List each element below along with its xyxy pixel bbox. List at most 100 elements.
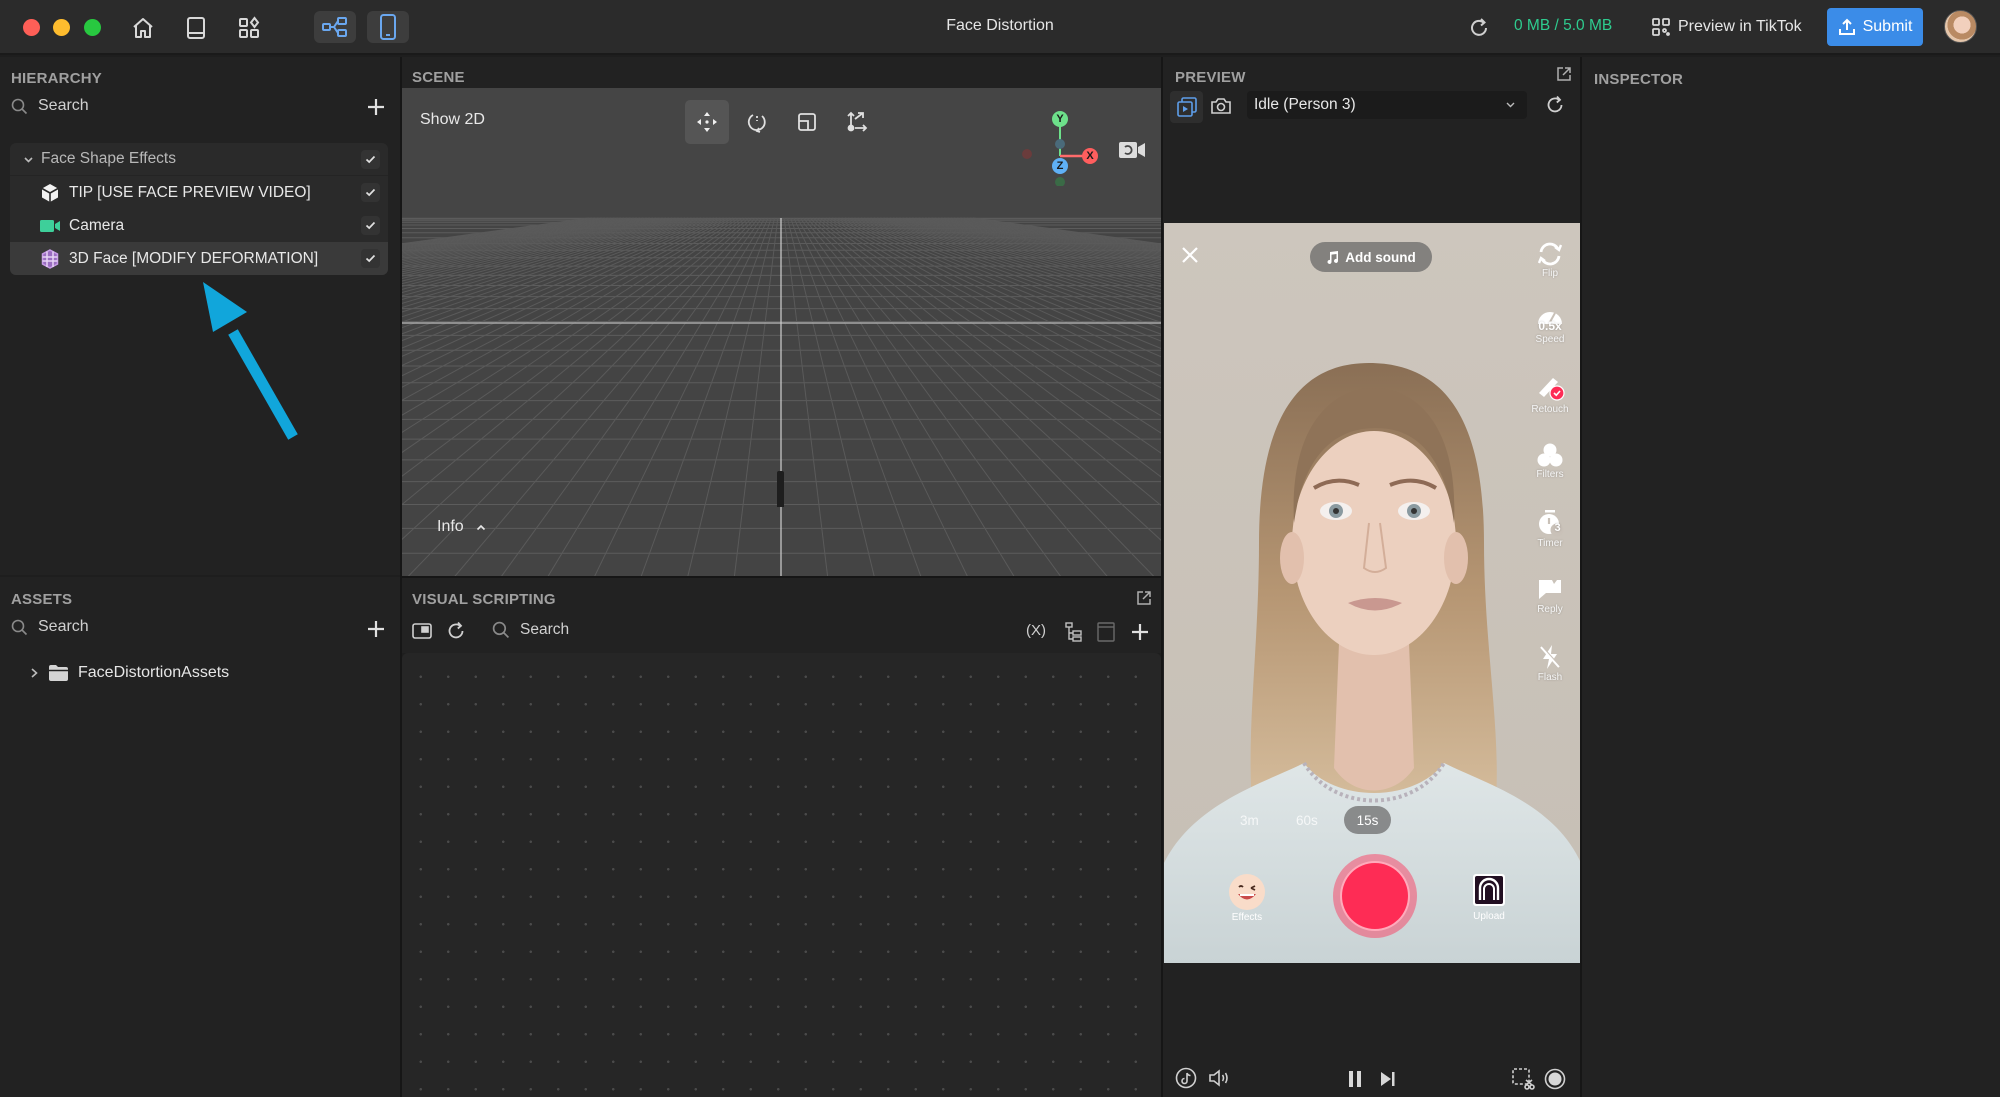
assets-search-input[interactable]: Search: [11, 618, 89, 636]
close-camera-button[interactable]: [1180, 245, 1200, 265]
duration-60s[interactable]: 60s: [1296, 813, 1318, 828]
record-button[interactable]: [1333, 854, 1417, 938]
home-icon[interactable]: [129, 14, 157, 42]
move-tool-button[interactable]: [685, 100, 729, 144]
refresh-graph-button[interactable]: [446, 621, 466, 641]
video-source-button[interactable]: [1170, 91, 1203, 123]
visual-scripting-search-input[interactable]: Search: [492, 621, 569, 639]
external-link-icon: [1137, 591, 1151, 605]
duration-15s[interactable]: 15s: [1344, 806, 1391, 834]
upload-button[interactable]: Upload: [1469, 873, 1509, 922]
upload-icon: [1838, 18, 1855, 35]
effects-button[interactable]: Effects: [1227, 873, 1267, 923]
crop-capture-button[interactable]: [1511, 1067, 1535, 1091]
duration-3m[interactable]: 3m: [1240, 813, 1259, 828]
hierarchy-item-camera[interactable]: Camera: [10, 209, 388, 242]
gizmo-z-axis[interactable]: Z: [1052, 158, 1068, 174]
window-close-button[interactable]: [23, 19, 40, 36]
scene-viewport[interactable]: Show 2D Y X Z Info: [402, 88, 1161, 576]
record-dot: [1340, 861, 1410, 931]
preview-preset-select[interactable]: Idle (Person 3): [1247, 91, 1527, 119]
filters-label: Filters: [1536, 469, 1564, 480]
chevron-up-icon: [476, 524, 485, 530]
add-object-button[interactable]: [366, 97, 386, 117]
visibility-checkbox[interactable]: [361, 249, 380, 268]
flash-label: Flash: [1537, 672, 1563, 683]
scale-tool-button[interactable]: [785, 100, 829, 144]
visibility-checkbox[interactable]: [361, 150, 380, 169]
timer-button[interactable]: 3 Timer: [1524, 509, 1576, 549]
close-icon: [1182, 247, 1198, 263]
add-sound-button[interactable]: Add sound: [1310, 242, 1432, 272]
transform-tool-button[interactable]: [835, 100, 879, 144]
scene-figure[interactable]: [777, 471, 784, 507]
rotate-tool-button[interactable]: [735, 100, 779, 144]
window-icon: [1097, 622, 1115, 642]
gizmo-x-axis[interactable]: X: [1082, 148, 1098, 164]
submit-button[interactable]: Submit: [1827, 8, 1923, 46]
phone-preview-toggle[interactable]: [367, 11, 409, 43]
retouch-button[interactable]: Retouch: [1524, 375, 1576, 415]
qr-code-icon: [1652, 18, 1670, 36]
camera-view-button[interactable]: [1119, 141, 1145, 159]
effects-face-icon: [1229, 874, 1265, 910]
window-minimize-button[interactable]: [53, 19, 70, 36]
refresh-icon[interactable]: [1465, 14, 1493, 42]
show-2d-toggle[interactable]: Show 2D: [420, 111, 485, 129]
gallery-thumbnail-icon: [1473, 874, 1505, 906]
add-node-button[interactable]: [1131, 623, 1149, 641]
add-asset-button[interactable]: [366, 619, 386, 639]
speed-button[interactable]: 0.5x Speed: [1524, 307, 1576, 345]
panel-layout-button[interactable]: [1097, 622, 1115, 642]
scene-header: SCENE: [402, 57, 1161, 88]
hierarchy-search-input[interactable]: Search: [11, 97, 89, 115]
chevron-down-icon[interactable]: [23, 154, 34, 165]
camera-source-button[interactable]: [1210, 97, 1232, 115]
hierarchy-item-3d-face[interactable]: 3D Face [MODIFY DEFORMATION]: [10, 242, 388, 275]
retouch-label: Retouch: [1531, 404, 1569, 415]
record-preview-button[interactable]: [1544, 1068, 1566, 1090]
axis-gizmo[interactable]: Y X Z: [1020, 106, 1100, 186]
asset-folder-label: FaceDistortionAssets: [78, 664, 230, 681]
preview-popout-button[interactable]: [1556, 66, 1572, 82]
chevron-right-icon[interactable]: [30, 667, 39, 679]
minimap-toggle[interactable]: [412, 622, 432, 640]
scale-icon: [798, 113, 816, 131]
asset-folder-facedistortionassets[interactable]: FaceDistortionAssets: [30, 664, 229, 682]
popout-button[interactable]: [1136, 590, 1152, 606]
flip-button[interactable]: Flip: [1524, 241, 1576, 279]
visibility-checkbox[interactable]: [361, 183, 380, 202]
hierarchy-item-face-shape-effects[interactable]: Face Shape Effects: [10, 143, 388, 176]
visual-scripting-canvas[interactable]: [402, 653, 1161, 1097]
info-toggle[interactable]: Info: [437, 518, 486, 536]
record-icon: [1544, 1068, 1566, 1090]
visibility-checkbox[interactable]: [361, 216, 380, 235]
preview-in-tiktok-button[interactable]: Preview in TikTok: [1652, 14, 1802, 40]
flash-button[interactable]: Flash: [1524, 643, 1576, 683]
step-forward-button[interactable]: [1380, 1070, 1396, 1088]
phone-preview[interactable]: Add sound Flip 0.5x Speed Retouch Filter…: [1164, 223, 1581, 963]
hierarchy-view-button[interactable]: [1065, 622, 1083, 642]
apps-icon[interactable]: [235, 14, 263, 42]
reply-button[interactable]: Reply: [1524, 577, 1576, 615]
search-icon: [11, 98, 28, 114]
volume-button[interactable]: [1208, 1068, 1232, 1088]
memory-usage: 0 MB / 5.0 MB: [1514, 17, 1613, 34]
effects-label: Effects: [1231, 912, 1263, 923]
variables-button[interactable]: (X): [1026, 622, 1046, 639]
preview-title: PREVIEW: [1175, 69, 1246, 86]
gizmo-y-axis[interactable]: Y: [1052, 111, 1068, 127]
tiktok-sound-button[interactable]: [1175, 1067, 1197, 1089]
pause-button[interactable]: [1347, 1070, 1363, 1088]
retouch-icon: [1539, 378, 1565, 401]
music-note-icon: [1327, 250, 1339, 264]
window-zoom-button[interactable]: [84, 19, 101, 36]
reload-preview-button[interactable]: [1545, 95, 1565, 115]
book-icon[interactable]: [182, 14, 210, 42]
filters-icon: [1537, 443, 1563, 467]
hierarchy-item-tip[interactable]: TIP [USE FACE PREVIEW VIDEO]: [10, 176, 388, 209]
filters-button[interactable]: Filters: [1524, 442, 1576, 480]
visual-scripting-title: VISUAL SCRIPTING: [412, 591, 556, 608]
avatar[interactable]: [1944, 10, 1977, 43]
visual-scripting-toggle[interactable]: [314, 11, 356, 43]
